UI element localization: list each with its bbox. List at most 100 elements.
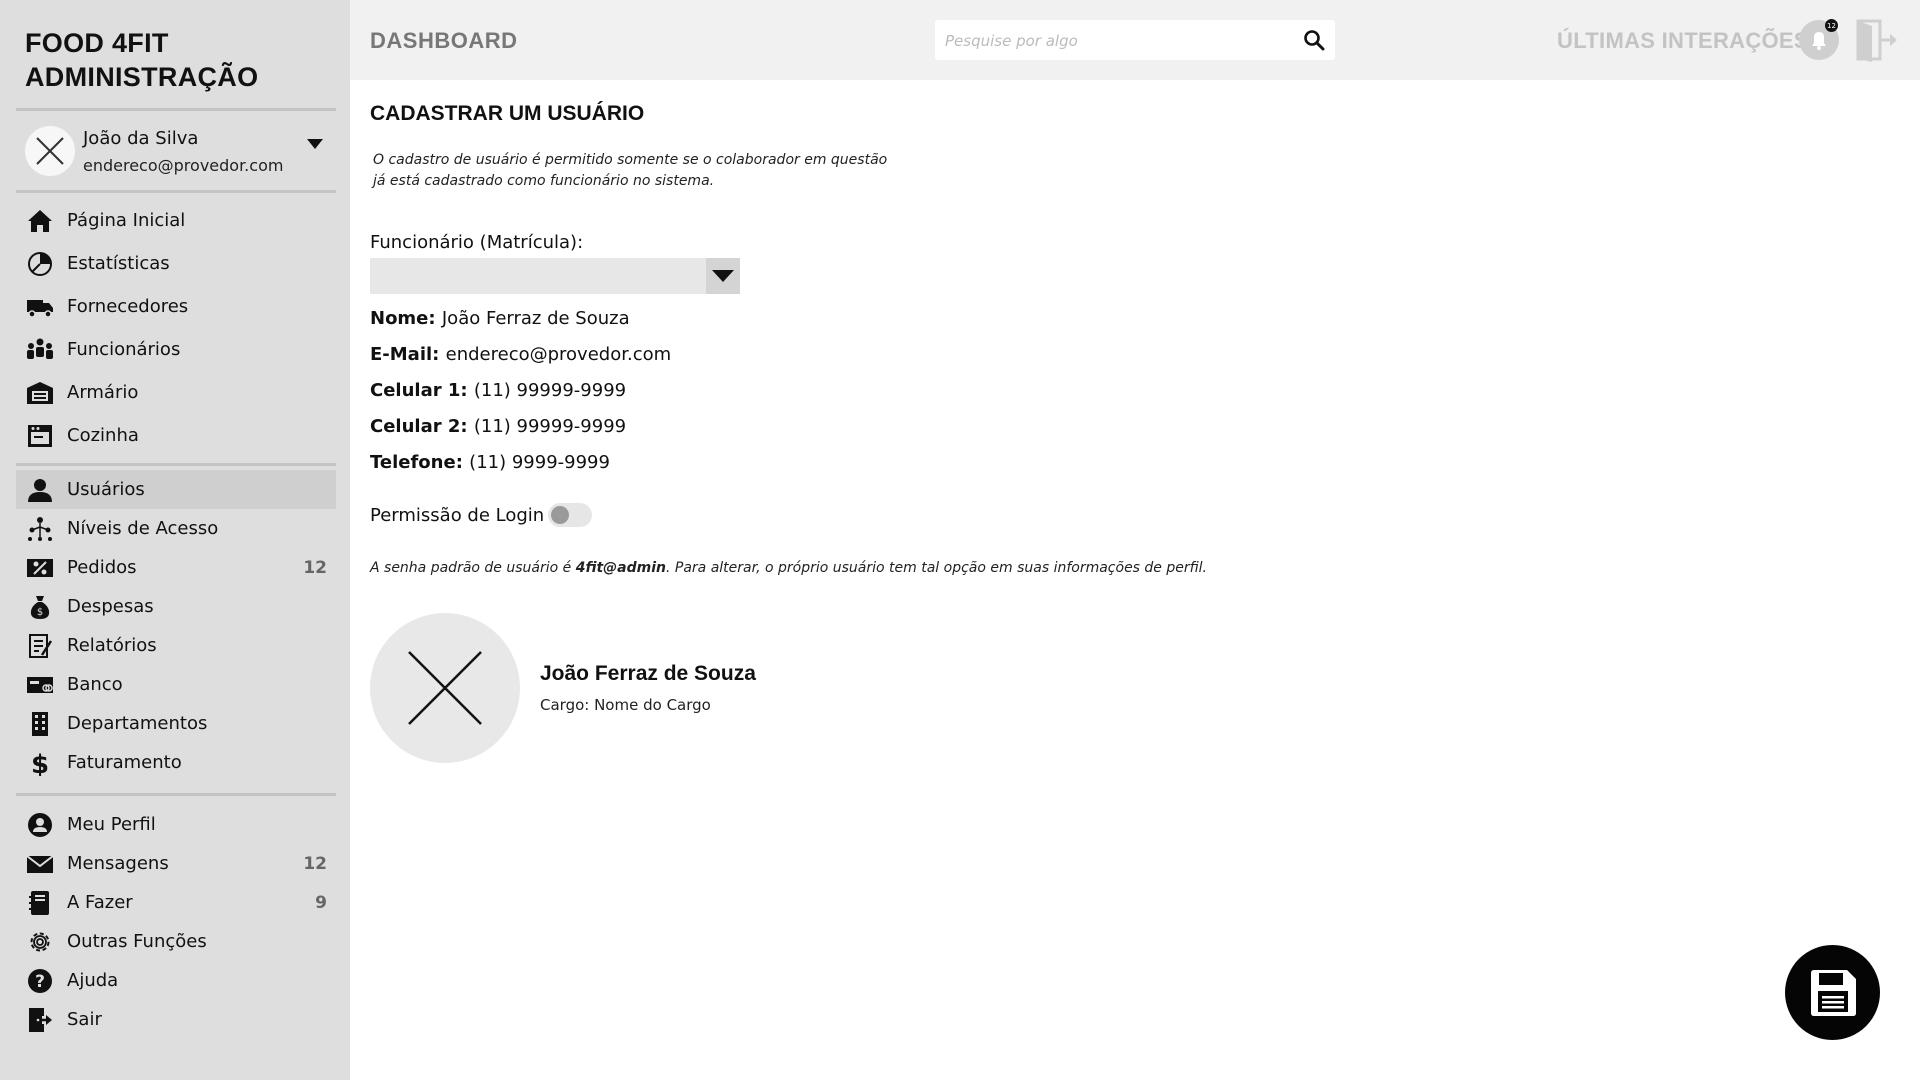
divider [16,463,336,466]
default-password: 4fit@admin [575,560,666,576]
dollar-icon: $ [26,749,54,777]
sidebar-item-help[interactable]: ? Ajuda [16,961,336,1000]
sidebar-item-label: Departamentos [67,713,208,734]
sidebar-item-bank-card[interactable]: Banco [16,665,336,704]
cabinet-icon [26,379,54,407]
count-badge: 12 [303,557,327,578]
recent-interactions-link[interactable]: ÚLTIMAS INTERAÇÕES [1557,28,1809,54]
sidebar-item-profile[interactable]: Meu Perfil [16,805,336,844]
detail-key: E-Mail [370,344,433,365]
divider [16,190,336,193]
divider [16,108,336,111]
logout-icon[interactable] [1856,18,1898,66]
report-icon [26,632,54,660]
detail-separator: : [455,452,470,473]
count-badge: 9 [315,892,327,913]
detail-value: (11) 9999-9999 [469,452,610,473]
sidebar-item-label: Relatórios [67,635,157,656]
nav-main: Página Inicial Estatísticas Fornecedores Fu… [16,201,336,459]
detail-value: endereco@provedor.com [445,344,672,365]
employee-select[interactable] [370,258,740,294]
login-permission-label: Permissão de Login [370,505,545,526]
money-bag-icon: $ [26,593,54,621]
sidebar-item-pie-chart[interactable]: Estatísticas [16,244,336,283]
sidebar-item-envelope[interactable]: Mensagens 12 [16,844,336,883]
svg-text:$: $ [31,750,49,776]
sidebar-item-truck[interactable]: Fornecedores [16,287,336,326]
sidebar-item-oven[interactable]: Cozinha [16,416,336,455]
employee-field-label: Funcionário (Matrícula): [370,232,584,253]
sidebar-item-home[interactable]: Página Inicial [16,201,336,240]
detail-row: Celular 2: (11) 99999-9999 [370,416,626,437]
sidebar-item-label: Armário [67,382,139,403]
profile-role: Cargo: Nome do Cargo [540,696,711,714]
login-permission-toggle[interactable] [548,503,592,527]
bank-card-icon [26,671,54,699]
detail-value: (11) 99999-9999 [473,380,627,401]
sidebar-item-label: Faturamento [67,752,182,773]
sidebar-item-dollar[interactable]: $ Faturamento [16,743,336,782]
gear-icon [26,928,54,956]
brand-line-1: FOOD 4FIT [25,28,169,58]
pie-chart-icon [26,250,54,278]
sidebar-item-label: Página Inicial [67,210,186,231]
help-icon: ? [26,967,54,995]
notifications-button[interactable]: 12 [1798,19,1840,61]
user-icon [26,476,54,504]
brand-title: FOOD 4FIT ADMINISTRAÇÃO [25,26,258,94]
search-icon[interactable] [1303,29,1325,55]
sidebar-item-user[interactable]: Usuários [16,470,336,509]
envelope-icon [26,850,54,878]
nav-personal: Meu Perfil Mensagens 12 A Fazer 9 Outras Funç… [16,805,336,1039]
sidebar-item-gear[interactable]: Outras Funções [16,922,336,961]
detail-row: Telefone: (11) 9999-9999 [370,452,610,473]
sidebar-item-building[interactable]: Departamentos [16,704,336,743]
sidebar-item-notebook[interactable]: A Fazer 9 [16,883,336,922]
sidebar-item-money-bag[interactable]: $ Despesas [16,587,336,626]
placeholder-x-icon [408,651,482,725]
sidebar-item-people[interactable]: Funcionários [16,330,336,369]
detail-row: E-Mail: endereco@provedor.com [370,344,671,365]
exit-icon [26,1006,54,1034]
detail-row: Nome: João Ferraz de Souza [370,308,630,329]
sidebar-item-exit[interactable]: Sair [16,1000,336,1039]
search-input[interactable] [943,26,1287,56]
password-note: A senha padrão de usuário é 4fit@admin. … [370,560,1207,576]
save-button[interactable] [1785,945,1880,1040]
floppy-disk-icon [1810,969,1856,1016]
sidebar-item-label: Banco [67,674,123,695]
people-icon [26,336,54,364]
chevron-down-icon[interactable] [307,134,323,153]
sidebar-item-label: Sair [67,1009,102,1030]
detail-key: Celular 2 [370,416,461,437]
detail-separator: : [460,380,474,401]
home-icon [26,207,54,235]
detail-value: João Ferraz de Souza [441,308,630,329]
detail-value: (11) 99999-9999 [473,416,627,437]
topbar: DASHBOARD ÚLTIMAS INTERAÇÕES 12 [350,0,1920,80]
profile-avatar [370,613,520,763]
svg-text:?: ? [35,972,45,992]
sidebar-item-hierarchy[interactable]: Níveis de Acesso [16,509,336,548]
sidebar-item-report[interactable]: Relatórios [16,626,336,665]
info-note: O cadastro de usuário é permitido soment… [373,152,888,189]
sidebar-item-label: Usuários [67,479,145,500]
chevron-down-icon[interactable] [706,258,740,294]
sidebar-item-label: A Fazer [67,892,133,913]
search-box [935,20,1335,60]
sidebar-item-label: Estatísticas [67,253,170,274]
profile-icon [26,811,54,839]
sidebar-item-percent-tag[interactable]: Pedidos 12 [16,548,336,587]
sidebar-item-label: Funcionários [67,339,181,360]
toggle-knob [551,506,569,524]
sidebar-item-label: Ajuda [67,970,119,991]
count-badge: 12 [303,853,327,874]
user-name: João da Silva [83,128,199,149]
user-email: endereco@provedor.com [83,156,284,175]
sidebar-item-cabinet[interactable]: Armário [16,373,336,412]
sidebar: FOOD 4FIT ADMINISTRAÇÃO João da Silva en… [0,0,350,1080]
avatar [25,126,75,176]
user-card[interactable]: João da Silva endereco@provedor.com [25,126,335,178]
notebook-icon [26,889,54,917]
sidebar-item-label: Cozinha [67,425,139,446]
